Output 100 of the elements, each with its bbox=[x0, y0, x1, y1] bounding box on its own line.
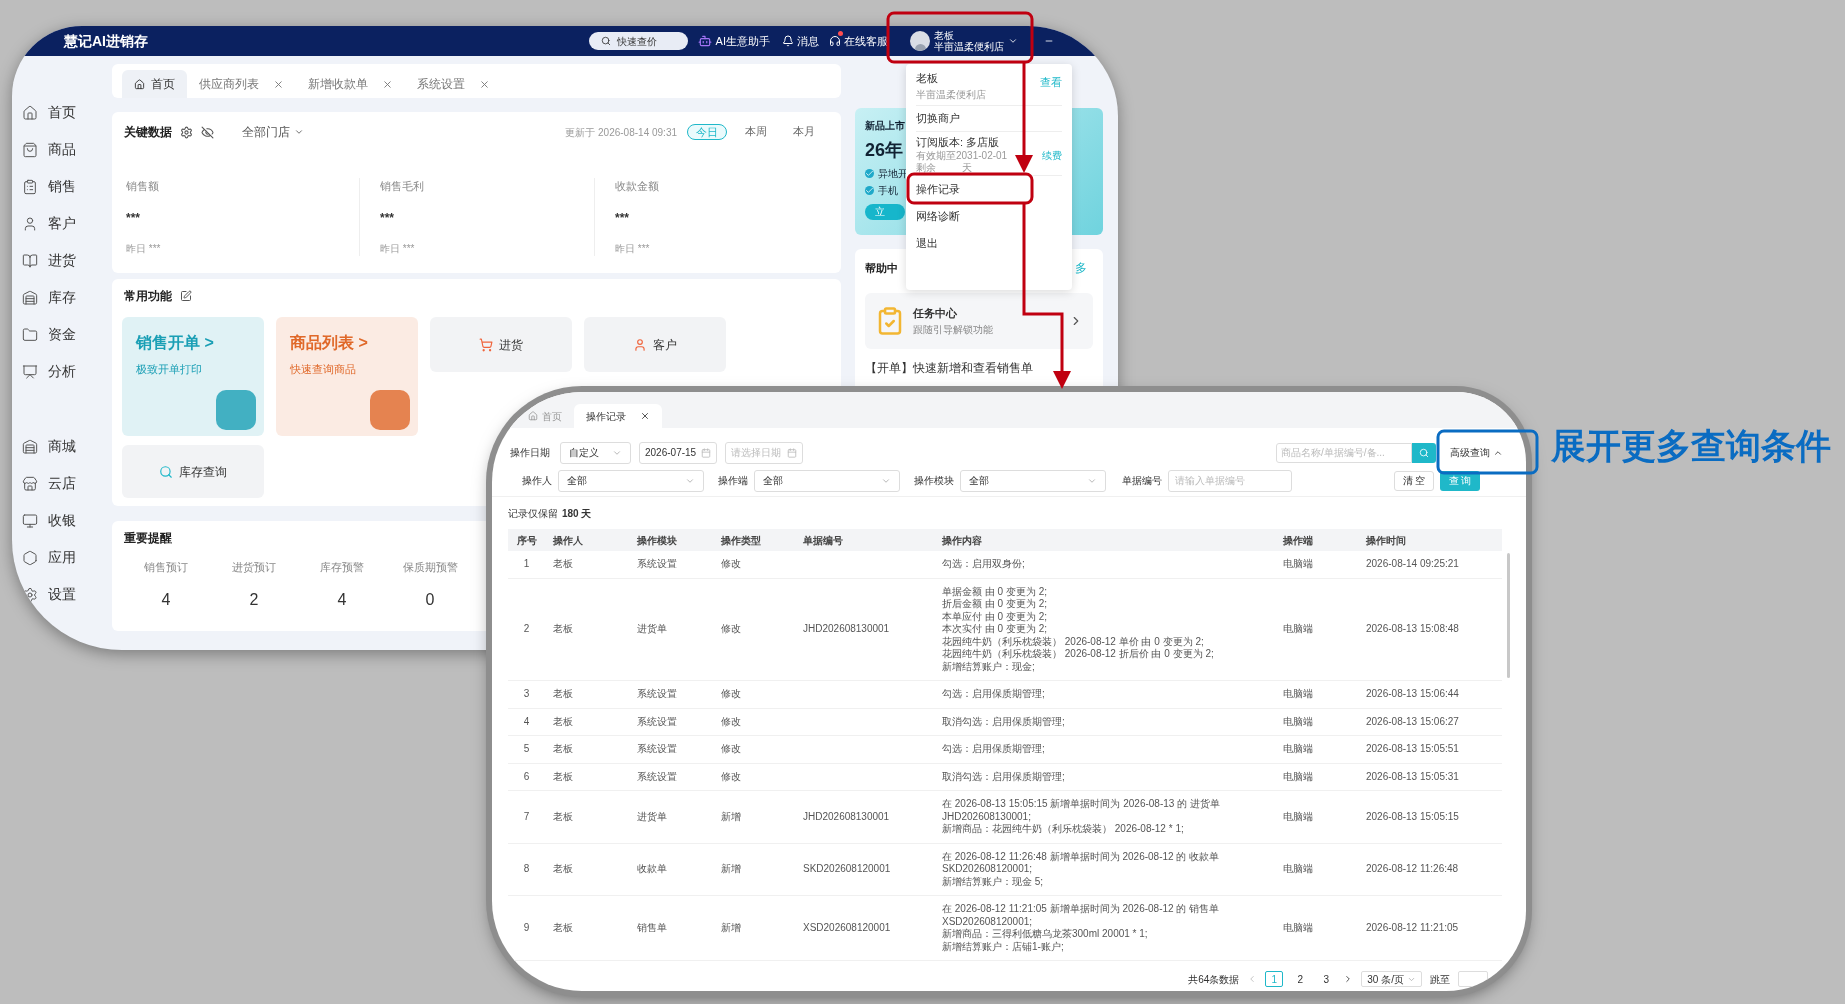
menu-item[interactable]: 操作记录 bbox=[916, 175, 1062, 203]
online-support-button[interactable]: 在线客服 bbox=[829, 32, 888, 50]
table-cell-text: JHD202608130001 bbox=[802, 810, 891, 823]
advanced-query-toggle[interactable]: 高级查询 bbox=[1450, 445, 1512, 461]
table-cell-text: 修改 bbox=[720, 743, 742, 756]
table-cell-text: 2026-08-12 11:26:48 bbox=[1365, 863, 1460, 876]
table-cell-text: 收款单 bbox=[636, 863, 668, 876]
table-cell-text: 2026-08-13 15:06:27 bbox=[1365, 715, 1460, 728]
sidebar-item[interactable]: 应用 bbox=[12, 539, 112, 576]
table-cell-line: 新增商品：花园纯牛奶（利乐枕袋装） 2026-08-12 * 1; bbox=[942, 823, 1185, 836]
sidebar-item[interactable]: 商品 bbox=[12, 131, 112, 168]
column-header: 操作内容 bbox=[941, 533, 983, 548]
page-size-select[interactable]: 30 条/页 bbox=[1361, 971, 1422, 987]
quick-price-button[interactable]: 快速查价 bbox=[588, 32, 688, 50]
table-cell-text: 电脑端 bbox=[1282, 770, 1314, 783]
card-title: 重要提醒 bbox=[124, 530, 172, 547]
table-cell-line: 在 2026-08-12 11:21:05 新增单据时间为 2026-08-12 的 销售单 XSD202608120001; bbox=[942, 903, 1221, 928]
reminder-label: 进货预订 bbox=[232, 560, 276, 575]
field-label: 操作模块 bbox=[914, 474, 954, 489]
store-select[interactable]: 全部门店 bbox=[242, 123, 304, 141]
clear-button[interactable]: 清 空 bbox=[1394, 470, 1434, 491]
banner-subtitle: 极致开单打印 bbox=[136, 362, 202, 377]
table-cell-line: 在 2026-08-13 15:05:15 新增单据时间为 2026-08-13 的 进货单 JHD202608130001; bbox=[942, 798, 1221, 823]
period-tab[interactable]: 本月 bbox=[785, 124, 823, 140]
feature-tile[interactable]: 客户 bbox=[584, 317, 726, 372]
page-tab[interactable]: 新增收款单 bbox=[296, 70, 405, 98]
field-label: 操作人 bbox=[522, 474, 552, 489]
plan-expiry: 有效期至2031-02-01 bbox=[916, 149, 1008, 162]
sidebar-item[interactable]: 资金 bbox=[12, 316, 112, 353]
page-tab[interactable]: 操作记录 bbox=[574, 404, 662, 428]
column-header: 操作模块 bbox=[636, 533, 678, 548]
menu-user-name: 老板 bbox=[916, 71, 938, 86]
reminder-count[interactable]: 4 bbox=[337, 587, 347, 612]
table-cell-text: 电脑端 bbox=[1282, 743, 1314, 756]
table-cell-text: 电脑端 bbox=[1282, 558, 1314, 571]
table-cell-text: 2026-08-13 15:06:44 bbox=[1365, 688, 1460, 701]
table-cell-text: 3 bbox=[522, 688, 531, 701]
field-label: 操作日期 bbox=[510, 446, 551, 461]
field-label: 单据编号 bbox=[1122, 474, 1162, 489]
sidebar-item[interactable]: 商城 bbox=[12, 428, 112, 465]
messages-button[interactable]: 消息 bbox=[782, 32, 819, 50]
table-cell-line: 本次实付 由 0 变更为 2; bbox=[942, 623, 1048, 636]
help-article-link[interactable]: 【开单】快速新增和查看销售单 bbox=[865, 359, 1033, 377]
task-title: 任务中心 bbox=[913, 306, 957, 322]
sidebar-item[interactable]: 分析 bbox=[12, 353, 112, 390]
metric-value: *** bbox=[126, 209, 140, 227]
table-cell-text: 4 bbox=[522, 715, 531, 728]
feature-tile[interactable]: 进货 bbox=[430, 317, 572, 372]
switch-merchant-item[interactable]: 切换商户 bbox=[916, 105, 1062, 132]
sidebar-item[interactable]: 收银 bbox=[12, 502, 112, 539]
promo-title: 新品上市 bbox=[865, 119, 905, 133]
table-cell-text: 电脑端 bbox=[1282, 688, 1314, 701]
date-field[interactable]: 2026-07-15 bbox=[639, 441, 717, 464]
menu-item[interactable]: 退出 bbox=[916, 229, 1062, 257]
period-tab[interactable]: 本周 bbox=[737, 124, 775, 140]
table-cell-line: 折后金额 由 0 变更为 2; bbox=[942, 598, 1048, 611]
sidebar-item[interactable]: 进货 bbox=[12, 242, 112, 279]
table-cell-text: 2026-08-14 09:25:21 bbox=[1365, 558, 1460, 571]
table-cell-text: 老板 bbox=[552, 921, 574, 935]
sidebar-item[interactable]: 设置 bbox=[12, 576, 112, 613]
table-cell-text: 2026-08-13 15:05:15 bbox=[1365, 810, 1460, 823]
table-cell-text: 2 bbox=[522, 623, 531, 636]
sidebar-item[interactable]: 销售 bbox=[12, 168, 112, 205]
menu-item[interactable]: 网络诊断 bbox=[916, 202, 1062, 230]
select-field[interactable]: 自定义 bbox=[560, 441, 631, 464]
user-name: 老板 bbox=[934, 30, 954, 41]
table-cell-text: 电脑端 bbox=[1282, 715, 1314, 728]
metric-value: *** bbox=[615, 209, 629, 227]
task-center-item[interactable]: 任务中心 跟随引导解锁功能 bbox=[865, 293, 1093, 349]
metric-yesterday: 昨日 *** bbox=[615, 241, 650, 256]
promo-point: 手机 bbox=[878, 184, 898, 198]
sidebar-item[interactable]: 库存 bbox=[12, 279, 112, 316]
select-field[interactable]: 全部 bbox=[754, 469, 900, 492]
sidebar-item[interactable]: 客户 bbox=[12, 205, 112, 242]
feature-tile[interactable]: 库存查询 bbox=[122, 445, 264, 498]
reminder-count[interactable]: 4 bbox=[161, 587, 171, 612]
page-tab[interactable]: 供应商列表 bbox=[187, 70, 296, 98]
table-cell-line: 勾选：启用双身份; bbox=[942, 558, 1026, 571]
metric-label: 销售额 bbox=[126, 179, 159, 194]
banner-subtitle: 快速查询商品 bbox=[290, 362, 356, 377]
shop-name: 半亩温柔便利店 bbox=[934, 41, 1004, 52]
sidebar-item[interactable]: 首页 bbox=[12, 94, 112, 131]
page-tab[interactable]: 首页 bbox=[122, 70, 187, 98]
ai-assistant-button[interactable]: AI生意助手 bbox=[697, 32, 770, 50]
metric-yesterday: 昨日 *** bbox=[380, 241, 415, 256]
page-number[interactable]: 3 bbox=[1317, 971, 1336, 987]
table-cell-text: 系统设置 bbox=[636, 770, 678, 783]
column-header: 操作人 bbox=[552, 533, 584, 548]
select-field[interactable]: 全部 bbox=[558, 469, 704, 492]
select-field[interactable]: 全部 bbox=[960, 469, 1106, 492]
page-number[interactable]: 2 bbox=[1291, 971, 1310, 987]
page-tab[interactable]: 系统设置 bbox=[405, 70, 502, 98]
sidebar-item[interactable]: 云店 bbox=[12, 465, 112, 502]
reminder-count[interactable]: 0 bbox=[425, 587, 435, 612]
table-cell-text: 老板 bbox=[552, 688, 574, 701]
column-header: 单据编号 bbox=[802, 533, 844, 548]
user-account-button[interactable]: 老板 半亩温柔便利店 bbox=[910, 30, 1026, 52]
table-cell-text: 进货单 bbox=[636, 623, 668, 636]
reminder-count[interactable]: 2 bbox=[249, 587, 259, 612]
jump-label: 跳至 bbox=[1430, 972, 1450, 987]
